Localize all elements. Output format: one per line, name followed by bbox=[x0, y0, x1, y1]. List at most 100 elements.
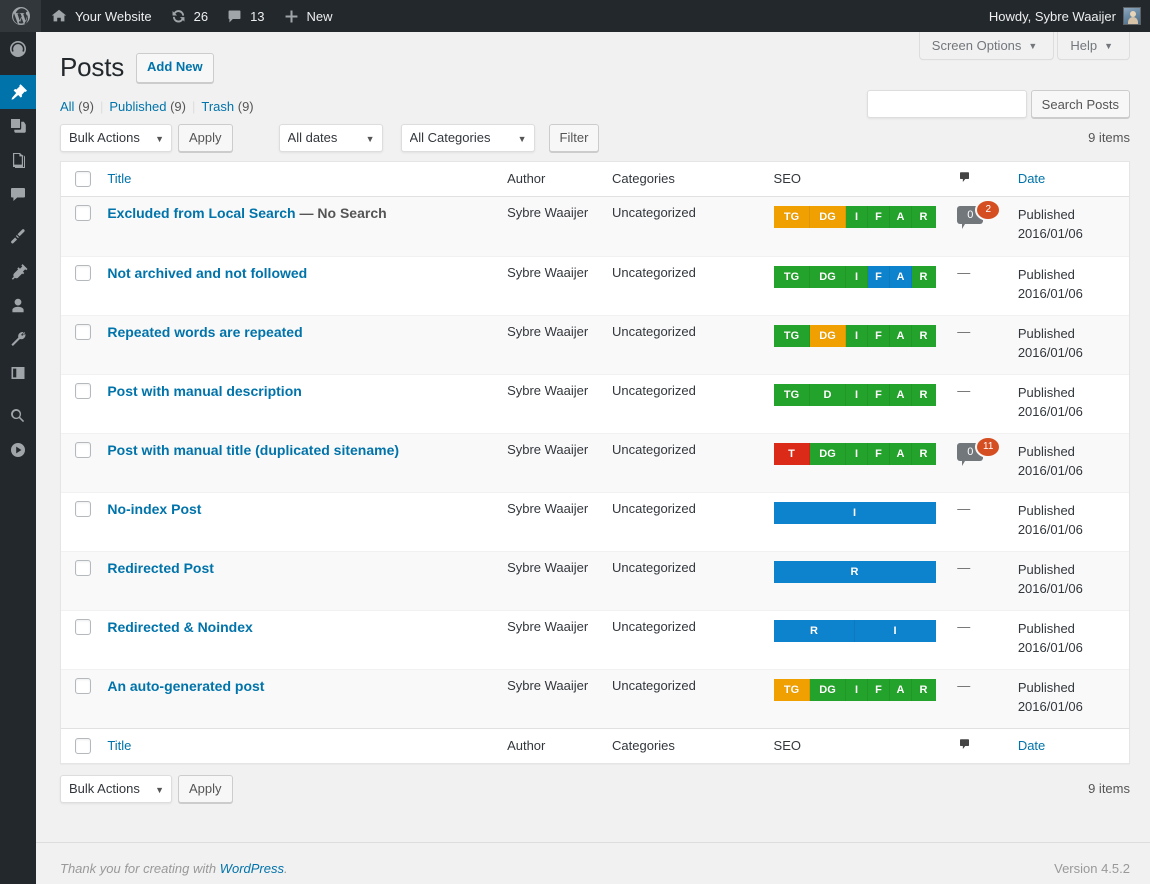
post-title-link[interactable]: Post with manual description bbox=[107, 383, 301, 399]
category-link[interactable]: Uncategorized bbox=[612, 205, 696, 220]
seo-bar-segment[interactable]: A bbox=[890, 384, 912, 406]
seo-bar-segment[interactable]: R bbox=[912, 384, 936, 406]
seo-bar-segment[interactable]: DG bbox=[810, 679, 846, 701]
author-link[interactable]: Sybre Waaijer bbox=[507, 205, 588, 220]
sort-title-link-footer[interactable]: Title bbox=[107, 738, 131, 753]
sidebar-item-posts[interactable] bbox=[0, 75, 36, 109]
seo-bar-segment[interactable]: I bbox=[846, 206, 868, 228]
author-link[interactable]: Sybre Waaijer bbox=[507, 501, 588, 516]
wordpress-link[interactable]: WordPress bbox=[220, 861, 284, 876]
author-link[interactable]: Sybre Waaijer bbox=[507, 560, 588, 575]
seo-bar-segment[interactable]: I bbox=[774, 502, 936, 524]
post-title-link[interactable]: Redirected Post bbox=[107, 560, 214, 576]
row-checkbox[interactable] bbox=[75, 678, 91, 694]
sidebar-item-media[interactable] bbox=[0, 109, 36, 143]
seo-bar-segment[interactable]: I bbox=[846, 266, 868, 288]
sidebar-item-player[interactable] bbox=[0, 433, 36, 467]
seo-bar-segment[interactable]: TG bbox=[774, 325, 810, 347]
sidebar-item-settings[interactable] bbox=[0, 356, 36, 390]
seo-bar-segment[interactable]: TG bbox=[774, 384, 810, 406]
seo-bar-segment[interactable]: TG bbox=[774, 679, 810, 701]
seo-bar-segment[interactable]: I bbox=[846, 384, 868, 406]
search-input[interactable] bbox=[867, 90, 1027, 118]
select-all-checkbox-footer[interactable] bbox=[75, 738, 91, 754]
sort-title-link[interactable]: Title bbox=[107, 171, 131, 186]
row-checkbox[interactable] bbox=[75, 560, 91, 576]
sidebar-item-plugins[interactable] bbox=[0, 254, 36, 288]
site-name-menu[interactable]: Your Website bbox=[41, 0, 161, 32]
seo-bar-segment[interactable]: A bbox=[890, 206, 912, 228]
sidebar-item-pages[interactable] bbox=[0, 143, 36, 177]
seo-bar-segment[interactable]: T bbox=[774, 443, 810, 465]
filter-link-trash[interactable]: Trash bbox=[201, 99, 234, 114]
sidebar-item-dashboard[interactable] bbox=[0, 32, 36, 66]
seo-bar-segment[interactable]: R bbox=[912, 679, 936, 701]
seo-bar-segment[interactable]: A bbox=[890, 443, 912, 465]
add-new-button[interactable]: Add New bbox=[136, 53, 214, 83]
filter-button[interactable]: Filter bbox=[549, 124, 600, 152]
seo-bar-segment[interactable]: F bbox=[868, 325, 890, 347]
pending-comments-badge[interactable]: 11 bbox=[975, 436, 1001, 458]
post-title-link[interactable]: Redirected & Noindex bbox=[107, 619, 252, 635]
seo-bar-segment[interactable]: R bbox=[912, 266, 936, 288]
seo-bar-segment[interactable]: I bbox=[846, 325, 868, 347]
post-title-link[interactable]: Not archived and not followed bbox=[107, 265, 307, 281]
category-link[interactable]: Uncategorized bbox=[612, 324, 696, 339]
pending-comments-badge[interactable]: 2 bbox=[975, 199, 1001, 221]
post-title-link[interactable]: Repeated words are repeated bbox=[107, 324, 302, 340]
bulk-actions-select-bottom[interactable]: Bulk Actions bbox=[60, 775, 172, 803]
seo-bar-segment[interactable]: TG bbox=[774, 206, 810, 228]
author-link[interactable]: Sybre Waaijer bbox=[507, 324, 588, 339]
seo-bar-segment[interactable]: A bbox=[890, 325, 912, 347]
row-checkbox[interactable] bbox=[75, 442, 91, 458]
row-checkbox[interactable] bbox=[75, 265, 91, 281]
author-link[interactable]: Sybre Waaijer bbox=[507, 442, 588, 457]
category-link[interactable]: Uncategorized bbox=[612, 442, 696, 457]
category-link[interactable]: Uncategorized bbox=[612, 560, 696, 575]
bulk-actions-select[interactable]: Bulk Actions bbox=[60, 124, 172, 152]
seo-bar-segment[interactable]: I bbox=[846, 679, 868, 701]
seo-bar-segment[interactable]: R bbox=[774, 620, 855, 642]
sidebar-item-comments[interactable] bbox=[0, 177, 36, 211]
category-link[interactable]: Uncategorized bbox=[612, 265, 696, 280]
seo-bar-segment[interactable]: F bbox=[868, 443, 890, 465]
author-link[interactable]: Sybre Waaijer bbox=[507, 619, 588, 634]
category-link[interactable]: Uncategorized bbox=[612, 383, 696, 398]
updates-menu[interactable]: 26 bbox=[161, 0, 217, 32]
author-link[interactable]: Sybre Waaijer bbox=[507, 383, 588, 398]
category-filter-select[interactable]: All Categories bbox=[401, 124, 535, 152]
new-content-menu[interactable]: New bbox=[274, 0, 342, 32]
filter-link-published[interactable]: Published bbox=[109, 99, 166, 114]
sidebar-item-seo[interactable] bbox=[0, 399, 36, 433]
row-checkbox[interactable] bbox=[75, 324, 91, 340]
seo-bar-segment[interactable]: R bbox=[774, 561, 936, 583]
seo-bar-segment[interactable]: DG bbox=[810, 325, 846, 347]
seo-bar-segment[interactable]: TG bbox=[774, 266, 810, 288]
author-link[interactable]: Sybre Waaijer bbox=[507, 678, 588, 693]
post-title-link[interactable]: Post with manual title (duplicated siten… bbox=[107, 442, 399, 458]
seo-bar-segment[interactable]: DG bbox=[810, 206, 846, 228]
seo-bar-segment[interactable]: A bbox=[890, 266, 912, 288]
seo-bar-segment[interactable]: R bbox=[912, 325, 936, 347]
seo-bar-segment[interactable]: F bbox=[868, 206, 890, 228]
seo-bar-segment[interactable]: A bbox=[890, 679, 912, 701]
screen-options-button[interactable]: Screen Options ▼ bbox=[919, 32, 1055, 60]
post-title-link[interactable]: An auto-generated post bbox=[107, 678, 264, 694]
wordpress-logo-menu[interactable] bbox=[0, 0, 41, 32]
sidebar-item-users[interactable] bbox=[0, 288, 36, 322]
seo-bar-segment[interactable]: R bbox=[912, 206, 936, 228]
author-link[interactable]: Sybre Waaijer bbox=[507, 265, 588, 280]
seo-bar-segment[interactable]: F bbox=[868, 384, 890, 406]
my-account-menu[interactable]: Howdy, Sybre Waaijer bbox=[980, 0, 1150, 32]
select-all-checkbox[interactable] bbox=[75, 171, 91, 187]
seo-bar-segment[interactable]: D bbox=[810, 384, 846, 406]
row-checkbox[interactable] bbox=[75, 619, 91, 635]
sort-date-link[interactable]: Date bbox=[1018, 171, 1045, 186]
post-title-link[interactable]: No-index Post bbox=[107, 501, 201, 517]
search-posts-button[interactable]: Search Posts bbox=[1031, 90, 1130, 118]
seo-bar-segment[interactable]: DG bbox=[810, 266, 846, 288]
apply-button-top[interactable]: Apply bbox=[178, 124, 233, 152]
apply-button-bottom[interactable]: Apply bbox=[178, 775, 233, 803]
help-button[interactable]: Help ▼ bbox=[1057, 32, 1130, 60]
row-checkbox[interactable] bbox=[75, 383, 91, 399]
